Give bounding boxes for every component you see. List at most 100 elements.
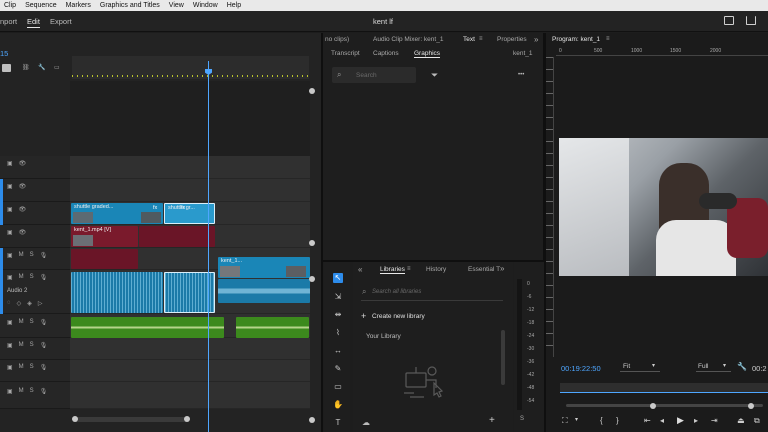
track-target-audio[interactable] [0,248,3,314]
track-header-a3[interactable] [0,314,70,338]
play-icon[interactable]: ▶ [677,415,684,426]
wrench-icon[interactable]: 🔧 [737,362,747,371]
subtab-captions[interactable]: Captions [373,50,399,57]
tab-import[interactable]: nport [0,17,17,26]
graphics-search-input[interactable]: ⌕ Search [332,67,416,83]
tab-audio-clip-mixer[interactable]: Audio Clip Mixer: kent_1 [373,36,443,43]
solo-icon[interactable]: S [30,342,34,349]
snap-icon[interactable] [2,64,11,72]
program-timecode[interactable]: 00:19:22:50 [561,364,601,373]
eye-icon[interactable]: 👁 [19,229,27,236]
your-library-item[interactable]: Your Library [366,333,401,340]
expand-panels-icon[interactable]: » [534,35,538,44]
video-clip[interactable]: shuttle graded... [71,203,163,224]
tab-edit[interactable]: Edit [27,17,40,28]
slip-tool-icon[interactable]: ↔ [333,346,343,356]
playhead[interactable] [208,61,209,432]
pen-tool-icon[interactable]: ✎ [333,364,343,374]
ripple-edit-tool-icon[interactable]: ⇹ [333,310,343,320]
video-clip[interactable] [139,226,215,247]
mute-icon[interactable]: M [19,388,24,395]
audio-clip[interactable] [71,272,163,313]
toggle-output-icon[interactable]: ▣ [7,229,13,236]
tab-source[interactable]: no clips) [325,36,349,43]
sync-lock-icon[interactable]: ▣ [7,364,13,371]
razor-tool-icon[interactable]: ⌇ [333,328,343,338]
tab-essential-graphics[interactable]: Essential T [468,266,500,273]
menu-view[interactable]: View [165,2,189,9]
eye-icon[interactable]: 👁 [19,183,27,190]
fullscreen-icon[interactable] [724,16,734,25]
menu-clip[interactable]: Clip [0,2,21,9]
mic-icon[interactable]: 🎙 [40,342,48,349]
subtab-graphics[interactable]: Graphics [414,50,441,58]
extract-icon[interactable]: ⧉ [754,416,760,426]
hand-tool-icon[interactable]: ✋ [333,400,343,410]
rectangle-tool-icon[interactable]: ▭ [333,382,343,392]
volume-knob-icon[interactable]: ◌ [7,300,11,307]
music-clip[interactable] [71,317,224,338]
mute-icon[interactable]: M [19,319,24,326]
chevron-down-icon[interactable]: ▾ [575,416,578,423]
scroll-handle-right[interactable] [748,403,754,409]
libraries-search-input[interactable]: ⌕ Search all libraries [361,285,503,301]
tab-history[interactable]: History [426,266,446,273]
menu-sequence[interactable]: Sequence [21,2,62,9]
captions-icon[interactable]: ▭ [54,64,60,71]
filter-icon[interactable]: ⏷ [431,70,438,81]
vertical-zoom-handle[interactable] [309,88,315,94]
sync-lock-icon[interactable]: ▣ [7,252,13,259]
menu-help[interactable]: Help [223,2,246,9]
mark-in-icon[interactable]: { [600,416,603,425]
create-library-button[interactable]: Create new library [372,313,425,320]
track-select-tool-icon[interactable]: ⇲ [333,292,343,302]
tab-text[interactable]: Text [463,36,475,43]
solo-icon[interactable]: S [30,364,34,371]
menu-markers[interactable]: Markers [62,2,96,9]
keyframe-icon[interactable]: ◇ [17,300,22,307]
lift-icon[interactable]: ⏏ [737,416,745,425]
audio-clip[interactable] [71,249,138,269]
step-back-icon[interactable]: ◂ [660,416,664,425]
toggle-output-icon[interactable]: ▣ [7,183,13,190]
solo-indicator[interactable]: S [520,416,524,422]
track-a4[interactable] [70,338,310,360]
mic-icon[interactable]: 🎙 [40,388,48,395]
keyframe-next-icon[interactable]: ▷ [38,300,43,307]
step-forward-icon[interactable]: ▸ [694,416,698,425]
track-a6[interactable] [70,382,310,409]
panel-menu-icon[interactable]: ≡ [479,36,483,42]
plus-icon[interactable]: + [361,311,366,321]
add-icon[interactable]: + [489,415,495,426]
mute-icon[interactable]: M [19,252,24,259]
mic-icon[interactable]: 🎙 [40,364,48,371]
menu-graphics-and-titles[interactable]: Graphics and Titles [96,2,165,9]
solo-icon[interactable]: S [30,274,34,281]
zoom-select[interactable]: Fit ▾ [620,362,660,372]
subtab-transcript[interactable]: Transcript [331,50,360,57]
more-options-icon[interactable]: ••• [518,72,524,78]
keyframe-add-icon[interactable]: ◈ [27,300,32,307]
libraries-scrollbar[interactable] [501,330,505,385]
tab-libraries[interactable]: Libraries [380,266,405,274]
wrench-icon[interactable]: 🔧 [38,64,45,71]
quality-select[interactable]: Full ▾ [696,362,731,372]
toggle-output-icon[interactable]: ▣ [7,206,13,213]
selection-tool-icon[interactable]: ↖ [333,273,343,283]
solo-icon[interactable]: S [30,319,34,326]
eye-icon[interactable]: 👁 [19,206,27,213]
mute-icon[interactable]: M [19,342,24,349]
track-header-a6[interactable] [0,382,70,409]
vertical-zoom-handle[interactable] [309,276,315,282]
panel-menu-icon[interactable]: ≡ [407,266,411,272]
solo-icon[interactable]: S [30,252,34,259]
mic-icon[interactable]: 🎙 [40,252,48,259]
safe-margins-icon[interactable]: ⛶ [562,416,568,426]
mute-icon[interactable]: M [19,364,24,371]
video-clip[interactable]: kent_1.mp4 [V] [71,226,138,247]
scroll-handle-left[interactable] [72,416,78,422]
scroll-handle-right[interactable] [184,416,190,422]
music-clip[interactable] [236,317,309,338]
linked-selection-icon[interactable]: ⛓ [22,64,30,71]
type-tool-icon[interactable]: T [333,418,343,428]
